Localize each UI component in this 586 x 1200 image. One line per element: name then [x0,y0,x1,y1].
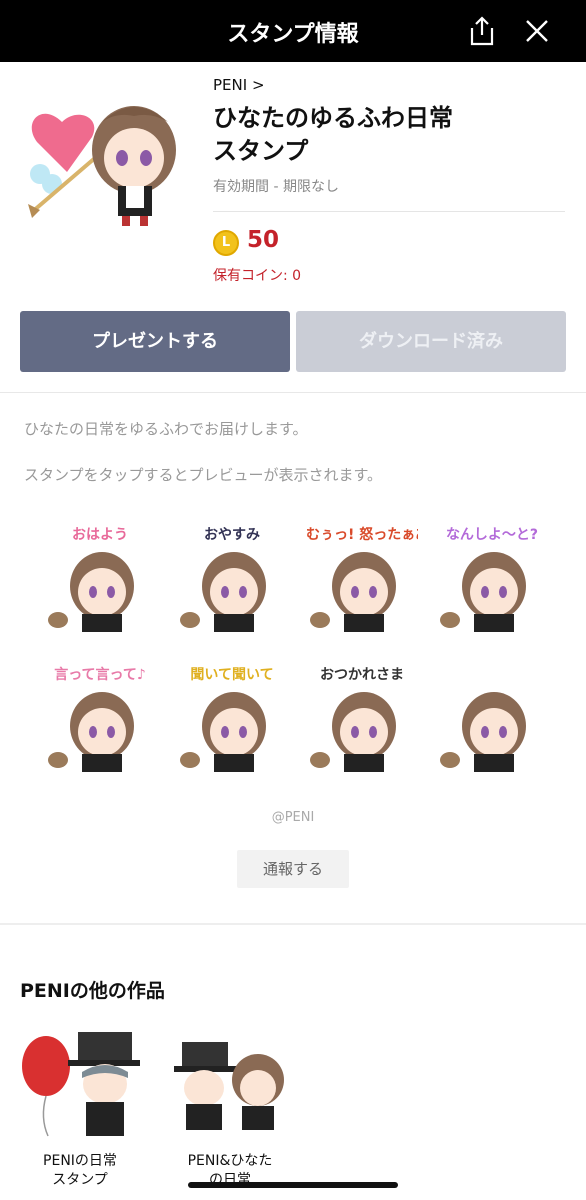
sticker-thumbnail[interactable]: なんしよ～と? [436,520,548,632]
sticker-thumbnail[interactable] [436,660,548,772]
author-link[interactable]: PENI > [213,76,265,94]
page-title: スタンプ情報 [227,22,359,47]
author-name: PENI [213,76,248,94]
divider [0,392,586,393]
coins-owned: 保有コイン: 0 [213,268,302,284]
sticker-title: ひなたのゆるふわ日常 スタンプ [213,102,553,168]
sticker-caption: 言って言って♪ [54,667,146,683]
other-work-title[interactable]: PENIの日常 スタンプ [10,1152,150,1190]
other-work-title-line: PENI&ひなた [187,1153,273,1169]
sticker-caption: なんしよ～と? [445,527,539,543]
sticker-thumbnail[interactable]: 言って言って♪ [44,660,156,772]
sticker-title-line2: スタンプ [213,137,309,165]
copyright-credit: @PENI [271,810,315,825]
sticker-main-image [22,92,192,232]
other-works-title: PENIの他の作品 [20,980,165,1002]
sticker-caption: おはよう [72,527,128,543]
sticker-thumbnail[interactable]: おはよう [44,520,156,632]
price: 50 [247,227,280,253]
other-work-thumbnail[interactable] [20,1028,142,1138]
other-work-title-line: スタンプ [52,1172,108,1188]
header-bar: スタンプ情報 [0,0,586,62]
home-indicator [188,1182,398,1188]
other-work-thumbnail[interactable] [170,1028,290,1138]
section-divider [0,923,586,925]
download-button[interactable]: ダウンロード済み [296,311,566,372]
sticker-title-line1: ひなたのゆるふわ日常 [213,104,453,132]
description-line: ひなたの日常をゆるふわでお届けします。 [24,420,308,438]
validity-text: 有効期間 - 期限なし [213,179,339,195]
sticker-caption: おつかれさま [320,667,404,683]
sticker-thumbnail[interactable]: おつかれさま [306,660,418,772]
sticker-thumbnail[interactable]: おやすみ [176,520,288,632]
description-line: スタンプをタップするとプレビューが表示されます。 [24,466,383,484]
chevron-right-icon: > [251,76,265,94]
present-button[interactable]: プレゼントする [20,311,290,372]
sticker-caption: むぅっ! 怒ったぁあ! [306,527,418,543]
sticker-thumbnail[interactable]: むぅっ! 怒ったぁあ! [306,520,418,632]
share-icon[interactable] [466,14,498,48]
close-icon[interactable] [520,14,554,48]
sticker-caption: 聞いて聞いて [190,667,274,683]
sticker-caption: おやすみ [204,527,260,543]
report-button[interactable]: 通報する [237,850,349,888]
coin-icon: L [213,230,239,256]
sticker-thumbnail[interactable]: 聞いて聞いて [176,660,288,772]
other-work-title-line: PENIの日常 [43,1153,117,1169]
divider [213,211,565,212]
